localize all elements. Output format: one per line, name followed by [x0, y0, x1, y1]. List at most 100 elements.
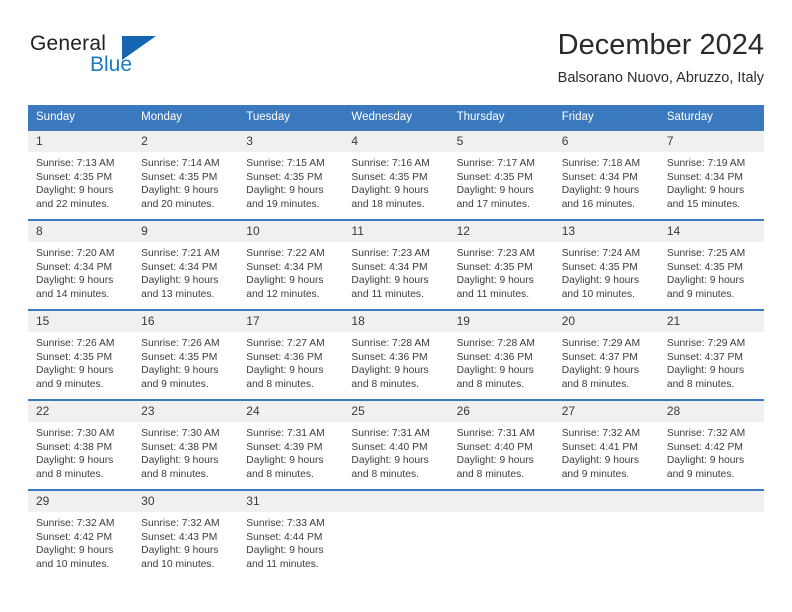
day-details: Sunrise: 7:29 AM Sunset: 4:37 PM Daylight:…: [659, 332, 764, 391]
daylight-text-line2: and 8 minutes.: [666, 378, 735, 390]
day-number: 26: [448, 401, 554, 422]
day-cell[interactable]: 11 Sunrise: 7:23 AM Sunset: 4:34 PM Dayligh…: [343, 219, 449, 310]
sunrise-text: Sunrise: 7:15 AM: [246, 158, 325, 169]
day-cell[interactable]: 24 Sunrise: 7:31 AM Sunset: 4:39 PM Dayligh…: [238, 399, 344, 490]
day-cell[interactable]: 15 Sunrise: 7:26 AM Sunset: 4:35 PM Dayligh…: [28, 309, 134, 400]
weekday-header-wednesday: Wednesday: [343, 105, 449, 130]
calendar-week-row: 8 Sunrise: 7:20 AM Sunset: 4:34 PM Daylight…: [28, 219, 764, 310]
day-cell[interactable]: 20 Sunrise: 7:29 AM Sunset: 4:37 PM Dayligh…: [553, 309, 659, 400]
daylight-text-line2: and 8 minutes.: [141, 468, 209, 480]
day-cell[interactable]: 26 Sunrise: 7:31 AM Sunset: 4:40 PM Dayligh…: [448, 399, 554, 490]
day-details: Sunrise: 7:32 AM Sunset: 4:42 PM Daylight:…: [28, 512, 133, 571]
sunrise-text: Sunrise: 7:24 AM: [561, 248, 641, 259]
sunset-text: Sunset: 4:34 PM: [561, 171, 638, 183]
day-number: 19: [448, 311, 554, 332]
calendar-page: General Blue December 2024 Balsorano Nuo…: [0, 0, 792, 612]
sunset-text: Sunset: 4:34 PM: [666, 171, 743, 183]
day-cell[interactable]: 31 Sunrise: 7:33 AM Sunset: 4:44 PM Dayligh…: [238, 489, 344, 579]
day-cell[interactable]: 7 Sunrise: 7:19 AM Sunset: 4:34 PM Daylight…: [658, 129, 764, 220]
sunrise-text: Sunrise: 7:17 AM: [456, 158, 535, 169]
sunrise-text: Sunrise: 7:30 AM: [36, 428, 115, 439]
day-details: Sunrise: 7:32 AM Sunset: 4:42 PM Daylight:…: [659, 422, 764, 481]
sunrise-text: Sunrise: 7:22 AM: [246, 248, 325, 259]
sunrise-text: Sunrise: 7:30 AM: [141, 428, 220, 439]
daylight-text-line1: Daylight: 9 hours: [141, 185, 219, 197]
day-cell[interactable]: 12 Sunrise: 7:23 AM Sunset: 4:35 PM Dayligh…: [448, 219, 554, 310]
day-cell[interactable]: 29 Sunrise: 7:32 AM Sunset: 4:42 PM Dayligh…: [28, 489, 134, 579]
day-cell[interactable]: 6 Sunrise: 7:18 AM Sunset: 4:34 PM Daylight…: [553, 129, 659, 220]
day-details: Sunrise: 7:30 AM Sunset: 4:38 PM Daylight:…: [28, 422, 133, 481]
sunrise-text: Sunrise: 7:16 AM: [351, 158, 430, 169]
day-cell[interactable]: 8 Sunrise: 7:20 AM Sunset: 4:34 PM Daylight…: [28, 219, 134, 310]
sunrise-text: Sunrise: 7:33 AM: [246, 518, 325, 529]
day-details: Sunrise: 7:22 AM Sunset: 4:34 PM Daylight:…: [238, 242, 343, 301]
weekday-header-sunday: Sunday: [28, 105, 134, 130]
sunrise-text: Sunrise: 7:26 AM: [36, 338, 115, 349]
day-cell[interactable]: 27 Sunrise: 7:32 AM Sunset: 4:41 PM Dayligh…: [553, 399, 659, 490]
day-cell-empty: [553, 489, 659, 579]
day-cell[interactable]: 3 Sunrise: 7:15 AM Sunset: 4:35 PM Daylight…: [238, 129, 344, 220]
day-cell[interactable]: 16 Sunrise: 7:26 AM Sunset: 4:35 PM Dayligh…: [133, 309, 239, 400]
day-details: Sunrise: 7:20 AM Sunset: 4:34 PM Daylight:…: [28, 242, 133, 301]
daylight-text-line1: Daylight: 9 hours: [456, 185, 534, 197]
day-number: 27: [553, 401, 659, 422]
day-cell[interactable]: 22 Sunrise: 7:30 AM Sunset: 4:38 PM Dayligh…: [28, 399, 134, 490]
day-cell[interactable]: 30 Sunrise: 7:32 AM Sunset: 4:43 PM Dayligh…: [133, 489, 239, 579]
weekday-header-thursday: Thursday: [448, 105, 554, 130]
day-details: Sunrise: 7:24 AM Sunset: 4:35 PM Daylight:…: [554, 242, 659, 301]
sunrise-sunset-calendar: Sunday Monday Tuesday Wednesday Thursday…: [28, 105, 764, 579]
day-details: Sunrise: 7:25 AM Sunset: 4:35 PM Daylight:…: [659, 242, 764, 301]
daylight-text-line1: Daylight: 9 hours: [141, 455, 219, 467]
sunset-text: Sunset: 4:35 PM: [456, 261, 533, 273]
day-number: 16: [133, 311, 239, 332]
day-cell[interactable]: 14 Sunrise: 7:25 AM Sunset: 4:35 PM Dayligh…: [658, 219, 764, 310]
day-details: Sunrise: 7:28 AM Sunset: 4:36 PM Daylight:…: [449, 332, 554, 391]
daylight-text-line2: and 11 minutes.: [246, 558, 319, 570]
day-cell[interactable]: 2 Sunrise: 7:14 AM Sunset: 4:35 PM Daylight…: [133, 129, 239, 220]
sunset-text: Sunset: 4:42 PM: [666, 441, 743, 453]
sunset-text: Sunset: 4:38 PM: [141, 441, 218, 453]
day-cell[interactable]: 23 Sunrise: 7:30 AM Sunset: 4:38 PM Dayligh…: [133, 399, 239, 490]
sunrise-text: Sunrise: 7:13 AM: [36, 158, 115, 169]
day-details: Sunrise: 7:16 AM Sunset: 4:35 PM Daylight:…: [343, 152, 448, 211]
day-cell[interactable]: 9 Sunrise: 7:21 AM Sunset: 4:34 PM Daylight…: [133, 219, 239, 310]
daylight-text-line1: Daylight: 9 hours: [561, 455, 639, 467]
day-details: Sunrise: 7:13 AM Sunset: 4:35 PM Daylight:…: [28, 152, 133, 211]
day-cell-empty: [448, 489, 554, 579]
logo-text-blue: Blue: [90, 53, 133, 76]
day-cell[interactable]: 18 Sunrise: 7:28 AM Sunset: 4:36 PM Dayligh…: [343, 309, 449, 400]
day-cell[interactable]: 17 Sunrise: 7:27 AM Sunset: 4:36 PM Dayligh…: [238, 309, 344, 400]
day-cell[interactable]: 28 Sunrise: 7:32 AM Sunset: 4:42 PM Dayligh…: [658, 399, 764, 490]
daylight-text-line2: and 8 minutes.: [246, 378, 314, 390]
day-cell[interactable]: 1 Sunrise: 7:13 AM Sunset: 4:35 PM Daylight…: [28, 129, 134, 220]
day-cell[interactable]: 21 Sunrise: 7:29 AM Sunset: 4:37 PM Dayligh…: [658, 309, 764, 400]
day-cell[interactable]: 25 Sunrise: 7:31 AM Sunset: 4:40 PM Dayligh…: [343, 399, 449, 490]
day-cell[interactable]: 13 Sunrise: 7:24 AM Sunset: 4:35 PM Dayligh…: [553, 219, 659, 310]
day-number: 23: [133, 401, 239, 422]
page-header: General Blue December 2024 Balsorano Nuo…: [28, 28, 764, 96]
day-number: 2: [133, 131, 239, 152]
daylight-text-line1: Daylight: 9 hours: [141, 545, 219, 557]
sunset-text: Sunset: 4:36 PM: [456, 351, 533, 363]
daylight-text-line2: and 9 minutes.: [36, 378, 104, 390]
sunset-text: Sunset: 4:35 PM: [351, 171, 428, 183]
sunset-text: Sunset: 4:41 PM: [561, 441, 638, 453]
day-number: 13: [553, 221, 659, 242]
day-number: 29: [28, 491, 134, 512]
day-cell[interactable]: 4 Sunrise: 7:16 AM Sunset: 4:35 PM Daylight…: [343, 129, 449, 220]
sunset-text: Sunset: 4:34 PM: [246, 261, 323, 273]
daylight-text-line2: and 13 minutes.: [141, 288, 215, 300]
sunrise-text: Sunrise: 7:31 AM: [246, 428, 325, 439]
sunrise-text: Sunrise: 7:14 AM: [141, 158, 220, 169]
daylight-text-line2: and 18 minutes.: [351, 198, 425, 210]
day-cell[interactable]: 19 Sunrise: 7:28 AM Sunset: 4:36 PM Dayligh…: [448, 309, 554, 400]
day-cell[interactable]: 10 Sunrise: 7:22 AM Sunset: 4:34 PM Dayligh…: [238, 219, 344, 310]
daylight-text-line2: and 14 minutes.: [36, 288, 110, 300]
day-cell[interactable]: 5 Sunrise: 7:17 AM Sunset: 4:35 PM Daylight…: [448, 129, 554, 220]
daylight-text-line2: and 8 minutes.: [36, 468, 104, 480]
general-blue-logo[interactable]: General Blue: [28, 32, 178, 88]
sunrise-text: Sunrise: 7:25 AM: [666, 248, 746, 259]
daylight-text-line1: Daylight: 9 hours: [666, 185, 745, 197]
day-cell-empty: [343, 489, 449, 579]
weekday-header-friday: Friday: [553, 105, 659, 130]
